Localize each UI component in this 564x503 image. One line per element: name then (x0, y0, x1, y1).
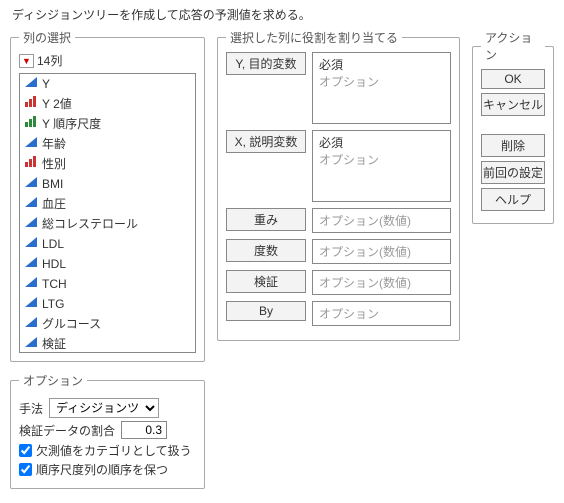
help-button[interactable]: ヘルプ (481, 188, 545, 211)
column-item-label: TCH (42, 276, 67, 292)
role-y-box[interactable]: 必須 オプション (312, 52, 451, 124)
column-item[interactable]: Y (20, 74, 195, 94)
role-validation-button[interactable]: 検証 (226, 270, 306, 293)
cont-blue-icon (24, 276, 38, 292)
method-label: 手法 (19, 400, 43, 417)
column-item[interactable]: LDL (20, 234, 195, 254)
column-count-label: 14列 (37, 52, 62, 69)
column-item-label: BMI (42, 176, 63, 192)
role-validation-optional: オプション(数値) (319, 276, 411, 290)
column-item[interactable]: 検証 (20, 334, 195, 353)
role-y-button[interactable]: Y, 目的変数 (226, 52, 306, 75)
method-select[interactable]: ディシジョンツリー (49, 398, 159, 418)
cont-blue-icon (24, 236, 38, 252)
options-legend: オプション (19, 372, 87, 389)
role-weight-optional: オプション(数値) (319, 214, 411, 228)
cancel-button[interactable]: キャンセル (481, 93, 545, 116)
bars-green-icon (24, 116, 38, 132)
role-validation-box[interactable]: オプション(数値) (312, 270, 451, 295)
bars-red-icon (24, 156, 38, 172)
cont-blue-icon (24, 256, 38, 272)
actions-fieldset: アクション OK キャンセル 削除 前回の設定 ヘルプ (472, 29, 554, 224)
column-item[interactable]: Y 順序尺度 (20, 114, 195, 134)
column-item-label: グルコース (42, 316, 101, 332)
column-item-label: 年齢 (42, 136, 66, 152)
actions-legend: アクション (481, 29, 545, 63)
remove-button[interactable]: 削除 (481, 134, 545, 157)
role-by-box[interactable]: オプション (312, 301, 451, 326)
column-item-label: HDL (42, 256, 66, 272)
column-item[interactable]: 血圧 (20, 194, 195, 214)
roles-legend: 選択した列に役割を割り当てる (226, 29, 402, 46)
role-freq-box[interactable]: オプション(数値) (312, 239, 451, 264)
options-fieldset: オプション 手法 ディシジョンツリー 検証データの割合 欠測値をカテゴリとして扱… (10, 372, 205, 489)
role-weight-box[interactable]: オプション(数値) (312, 208, 451, 233)
column-item[interactable]: HDL (20, 254, 195, 274)
column-item-label: LDL (42, 236, 64, 252)
column-item-label: 検証 (42, 336, 66, 352)
columns-fieldset: 列の選択 ▼ 14列 Y Y 2値 Y 順序尺度年齢性別 BMI 血圧総コレステロール L… (10, 29, 205, 362)
column-item[interactable]: TCH (20, 274, 195, 294)
column-item-label: Y 順序尺度 (42, 116, 101, 132)
column-item[interactable]: 年齢 (20, 134, 195, 154)
role-x-button[interactable]: X, 説明変数 (226, 130, 306, 153)
keep-ordinal-order-label: 順序尺度列の順序を保つ (36, 461, 168, 478)
column-item[interactable]: Y 2値 (20, 94, 195, 114)
cont-blue-icon (24, 316, 38, 332)
bars-red-icon (24, 96, 38, 112)
column-item-label: Y 2値 (42, 96, 72, 112)
column-item[interactable]: BMI (20, 174, 195, 194)
cont-blue-icon (24, 296, 38, 312)
role-y-optional: オプション (319, 73, 444, 90)
validation-ratio-label: 検証データの割合 (19, 422, 115, 439)
role-weight-button[interactable]: 重み (226, 208, 306, 231)
column-item[interactable]: 総コレステロール (20, 214, 195, 234)
column-item-label: Y (42, 76, 50, 92)
description-text: ディシジョンツリーを作成して応答の予測値を求める。 (12, 6, 554, 23)
column-item-label: LTG (42, 296, 64, 312)
column-list[interactable]: Y Y 2値 Y 順序尺度年齢性別 BMI 血圧総コレステロール LDL HDL TCH LTG… (19, 73, 196, 353)
cont-blue-icon (24, 76, 38, 92)
keep-ordinal-order-checkbox[interactable] (19, 463, 32, 476)
role-freq-optional: オプション(数値) (319, 245, 411, 259)
missing-as-category-checkbox[interactable] (19, 444, 32, 457)
column-item-label: 総コレステロール (42, 216, 138, 232)
validation-ratio-input[interactable] (121, 421, 167, 439)
cont-blue-icon (24, 176, 38, 192)
roles-fieldset: 選択した列に役割を割り当てる Y, 目的変数 必須 オプション X, 説明変数 … (217, 29, 460, 341)
columns-legend: 列の選択 (19, 29, 75, 46)
role-x-required: 必須 (319, 134, 444, 151)
role-x-box[interactable]: 必須 オプション (312, 130, 451, 202)
ok-button[interactable]: OK (481, 69, 545, 89)
role-x-optional: オプション (319, 151, 444, 168)
disclosure-icon[interactable]: ▼ (19, 54, 34, 68)
recall-button[interactable]: 前回の設定 (481, 161, 545, 184)
column-item-label: 性別 (42, 156, 66, 172)
role-by-button[interactable]: By (226, 301, 306, 321)
cont-blue-icon (24, 196, 38, 212)
column-item-label: 血圧 (42, 196, 66, 212)
role-by-optional: オプション (319, 307, 379, 321)
cont-blue-icon (24, 216, 38, 232)
cont-blue-icon (24, 136, 38, 152)
column-item[interactable]: グルコース (20, 314, 195, 334)
role-y-required: 必須 (319, 56, 444, 73)
cont-blue-icon (24, 336, 38, 352)
missing-as-category-label: 欠測値をカテゴリとして扱う (36, 442, 192, 459)
column-item[interactable]: 性別 (20, 154, 195, 174)
role-freq-button[interactable]: 度数 (226, 239, 306, 262)
column-item[interactable]: LTG (20, 294, 195, 314)
